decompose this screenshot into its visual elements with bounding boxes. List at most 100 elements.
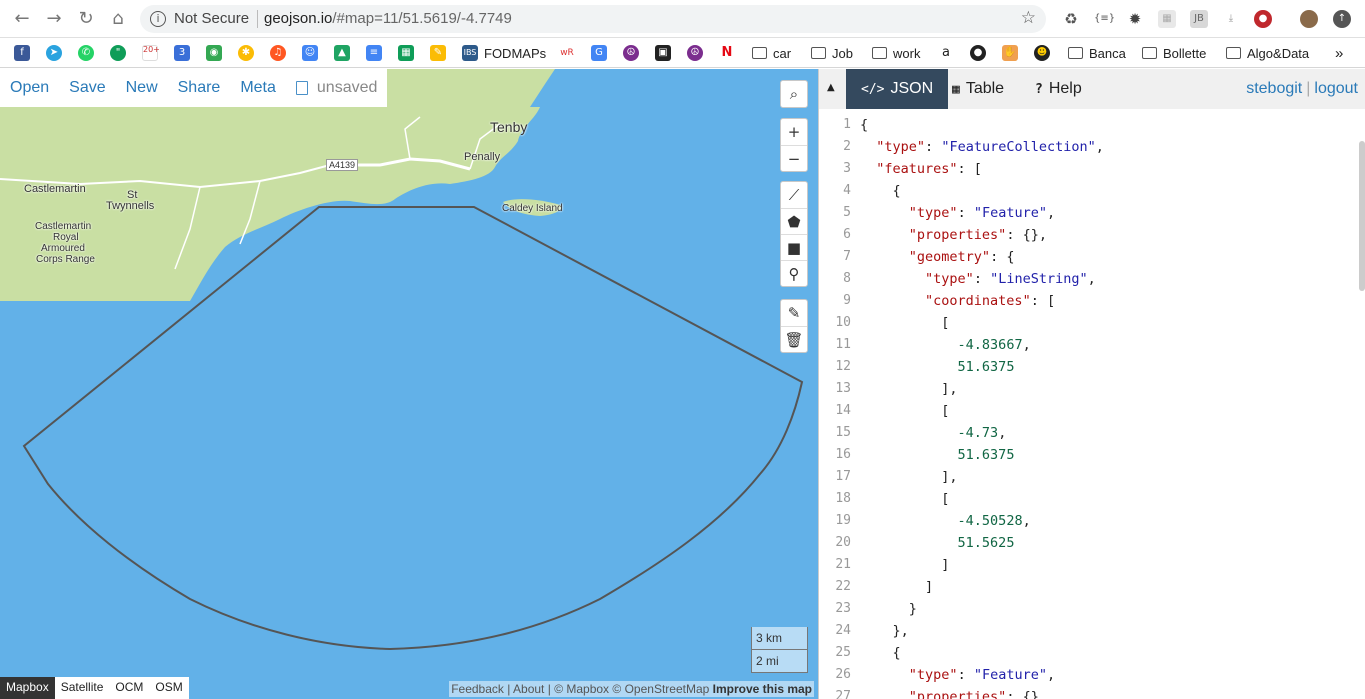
blocker-icon[interactable]: ● — [1254, 10, 1272, 28]
bookmark-facebook[interactable]: f — [14, 43, 36, 63]
trash-icon[interactable]: 🗑 — [781, 326, 807, 352]
bookmark-star-icon[interactable]: ☆ — [1021, 8, 1036, 28]
draw-line-icon[interactable]: ⟋ — [781, 182, 807, 208]
address-bar[interactable]: i Not Secure geojson.io/#map=11/51.5619/… — [140, 5, 1046, 33]
bookmark-wordreference[interactable]: wR — [559, 43, 581, 63]
zoom-in-icon[interactable]: + — [781, 119, 807, 145]
code-line: 51.5625 — [957, 535, 1015, 551]
scrollbar[interactable] — [1359, 141, 1365, 291]
help-icon: ? — [1035, 81, 1043, 97]
bookmark-folder-algo[interactable]: Algo&Data — [1226, 43, 1309, 63]
mapbox-link[interactable]: © Mapbox — [554, 682, 609, 696]
status-label: unsaved — [316, 79, 378, 96]
extension-icon[interactable]: ▦ — [1158, 10, 1176, 28]
bookmark-peace-2[interactable]: ☮ — [687, 43, 709, 63]
about-link[interactable]: About — [513, 682, 544, 696]
bookmark-peace[interactable]: ☮ — [623, 43, 645, 63]
info-icon[interactable]: i — [150, 11, 166, 27]
zoom-out-icon[interactable]: − — [781, 145, 807, 171]
bookmark-keep[interactable]: ✎ — [430, 43, 452, 63]
bookmark-drive[interactable]: ▲ — [334, 43, 356, 63]
download-extension-icon[interactable]: ⤓ — [1222, 10, 1240, 28]
draw-polygon-icon[interactable]: ⬟ — [781, 208, 807, 234]
avatar[interactable] — [1300, 10, 1318, 28]
bookmark-docs[interactable]: ≡ — [366, 43, 388, 63]
search-control: ⌕ — [780, 80, 808, 108]
bookmark-folder-work[interactable]: work — [872, 43, 920, 63]
draw-marker-icon[interactable]: ⚲ — [781, 260, 807, 286]
tab-json[interactable]: </> JSON — [846, 69, 949, 109]
new-button[interactable]: New — [126, 79, 158, 97]
url-text[interactable]: geojson.io/#map=11/51.5619/-4.7749 — [264, 10, 512, 27]
bookmark-face[interactable]: ☻ — [1034, 43, 1056, 63]
bookmark-label: car — [773, 45, 792, 61]
bookmark-whatsapp[interactable]: ✆ — [78, 43, 100, 63]
tab-table[interactable]: ▦ Table — [937, 69, 1019, 109]
bookmark-shop[interactable]: ▣ — [655, 43, 677, 63]
tab-help[interactable]: ? Help — [1020, 69, 1097, 109]
back-icon[interactable]: ← — [12, 9, 32, 29]
bookmark-translate[interactable]: G — [591, 43, 613, 63]
osm-link[interactable]: © OpenStreetMap — [612, 682, 709, 696]
bookmark-folder-job[interactable]: Job — [811, 43, 853, 63]
share-button[interactable]: Share — [178, 79, 221, 97]
search-icon[interactable]: ⌕ — [781, 81, 807, 107]
bookmark-calendar[interactable]: 3 — [174, 43, 196, 63]
map-label-range: Royal — [53, 232, 79, 243]
layer-osm[interactable]: OSM — [149, 677, 188, 699]
edit-icon[interactable]: ✎ — [781, 300, 807, 326]
tab-label: Help — [1048, 80, 1082, 97]
json-editor[interactable]: 1 2 3 4 5 6 7 8 9 10 11 12 13 14 15 16 17 18 19 20 21 22 23 24 2… — [819, 109, 1359, 699]
bookmark-telegram[interactable]: ➤ — [46, 43, 68, 63]
json-extension-icon[interactable]: {≡} — [1094, 10, 1115, 28]
code-area[interactable]: { "type": "FeatureCollection", "features… — [860, 114, 1104, 699]
open-button[interactable]: Open — [10, 79, 49, 97]
bookmark-photos[interactable]: ✱ — [238, 43, 260, 63]
layer-mapbox[interactable]: Mapbox — [0, 677, 55, 699]
draw-rectangle-icon[interactable]: ■ — [781, 234, 807, 260]
bookmark-sheets[interactable]: ▦ — [398, 43, 420, 63]
collapse-caret-icon[interactable]: ▲ — [827, 82, 835, 93]
update-icon[interactable]: ↑ — [1333, 10, 1351, 28]
attribution: Feedback | About | © Mapbox © OpenStreet… — [449, 681, 814, 697]
code-line: "type": "Feature", — [908, 205, 1056, 221]
file-status: unsaved — [295, 79, 378, 97]
layer-satellite[interactable]: Satellite — [55, 677, 110, 699]
bookmark-amazon[interactable]: a — [938, 43, 960, 63]
security-label: Not Secure — [174, 10, 250, 27]
bookmark-folder-bollette[interactable]: Bollette — [1142, 43, 1206, 63]
bookmark-contacts[interactable]: ☺ — [302, 43, 324, 63]
bookmark-thumbs[interactable]: ✋ — [1002, 43, 1024, 63]
sheets-icon: ▦ — [398, 45, 414, 61]
bookmarks-overflow[interactable]: » — [1335, 43, 1343, 63]
save-button[interactable]: Save — [69, 79, 105, 97]
line-number: 16 — [835, 447, 851, 462]
bookmark-music[interactable]: ♫ — [270, 43, 292, 63]
line-number: 10 — [835, 315, 851, 330]
meta-button[interactable]: Meta — [240, 79, 276, 97]
code-line: [ — [860, 403, 950, 419]
feedback-link[interactable]: Feedback — [451, 682, 504, 696]
bookmark-folder-car[interactable]: car — [752, 43, 791, 63]
bookmark-hangouts[interactable]: " — [110, 43, 132, 63]
line-number: 5 — [843, 205, 851, 220]
bookmark-maps[interactable]: ◉ — [206, 43, 228, 63]
map-canvas[interactable]: Tenby Penally A4139 Castlemartin St Twyn… — [0, 69, 818, 699]
bookmark-gmail[interactable]: 20+ — [142, 43, 164, 63]
recycle-icon[interactable]: ♻ — [1062, 10, 1080, 28]
improve-map-link[interactable]: Improve this map — [713, 682, 812, 696]
divider — [257, 10, 258, 28]
bookmark-github[interactable]: ● — [970, 43, 992, 63]
bookmark-folder-banca[interactable]: Banca — [1068, 43, 1126, 63]
jetbrains-icon[interactable]: JB — [1190, 10, 1208, 28]
home-icon[interactable]: ⌂ — [108, 9, 128, 29]
bookmark-fodmaps[interactable]: IBS FODMAPs — [462, 43, 546, 63]
land-mass — [0, 107, 540, 301]
gear-extension-icon[interactable]: ✹ — [1126, 10, 1144, 28]
layer-ocm[interactable]: OCM — [109, 677, 149, 699]
username-link[interactable]: stebogit — [1246, 80, 1302, 97]
logout-link[interactable]: logout — [1314, 80, 1358, 97]
reload-icon[interactable]: ↻ — [76, 9, 96, 29]
forward-icon[interactable]: → — [44, 9, 64, 29]
bookmark-netflix[interactable]: N — [719, 43, 741, 63]
